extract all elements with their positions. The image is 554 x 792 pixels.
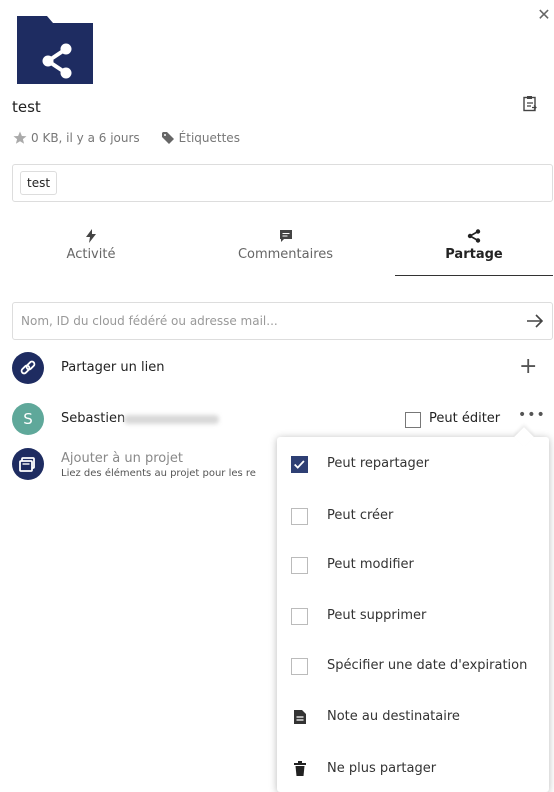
can-edit-checkbox[interactable] xyxy=(405,412,421,428)
comment-icon xyxy=(279,230,292,242)
add-link-icon[interactable]: + xyxy=(519,355,537,379)
bolt-icon xyxy=(86,229,96,243)
expiration-checkbox[interactable] xyxy=(291,658,308,675)
more-options-icon[interactable]: ••• xyxy=(518,407,546,423)
expiration-label: Spécifier une date d'expiration xyxy=(327,658,528,673)
share-search-input[interactable] xyxy=(13,303,503,339)
can-modify-checkbox[interactable] xyxy=(291,557,308,574)
can-edit-label[interactable]: Peut éditer xyxy=(429,411,500,426)
tag-icon xyxy=(161,132,174,144)
close-icon[interactable]: ✕ xyxy=(536,7,552,23)
share-icon xyxy=(467,229,481,243)
user-share-row: S Sebastien Peut éditer ••• xyxy=(12,403,553,437)
tags-input[interactable]: test xyxy=(12,164,553,202)
can-create-checkbox[interactable] xyxy=(291,508,308,525)
menu-item-note[interactable]: Note au destinataire xyxy=(277,696,549,740)
can-create-label: Peut créer xyxy=(327,508,394,523)
tab-comments[interactable]: Commentaires xyxy=(204,220,367,276)
can-modify-label: Peut modifier xyxy=(327,557,414,572)
link-icon xyxy=(20,360,36,375)
can-delete-checkbox[interactable] xyxy=(291,608,308,625)
menu-item-can-delete[interactable]: Peut supprimer xyxy=(277,595,549,639)
project-subtitle: Liez des éléments au projet pour les re xyxy=(61,468,256,479)
note-label: Note au destinataire xyxy=(327,709,460,724)
link-avatar xyxy=(12,352,44,384)
star-icon[interactable] xyxy=(13,131,27,145)
project-icon xyxy=(19,457,35,472)
tab-comments-label: Commentaires xyxy=(237,247,334,262)
can-reshare-label: Peut repartager xyxy=(327,456,430,471)
unshare-label: Ne plus partager xyxy=(327,761,437,776)
arrow-right-icon[interactable] xyxy=(526,313,544,329)
tab-share[interactable]: Partage xyxy=(395,220,553,276)
checkmark-icon xyxy=(294,460,305,469)
menu-item-can-modify[interactable]: Peut modifier xyxy=(277,544,549,588)
trash-icon xyxy=(294,761,306,776)
share-options-menu: Peut repartager Peut créer Peut modifier… xyxy=(277,427,549,792)
menu-item-can-create[interactable]: Peut créer xyxy=(277,495,549,539)
redacted-surname xyxy=(124,415,219,424)
can-reshare-checkbox[interactable] xyxy=(291,456,308,473)
tab-activity[interactable]: Activité xyxy=(12,220,170,276)
tags-label[interactable]: Étiquettes xyxy=(179,131,240,145)
user-avatar: S xyxy=(12,403,44,435)
shared-folder-icon xyxy=(17,16,93,84)
file-meta-text: 0 KB, il y a 6 jours xyxy=(31,131,140,145)
share-search xyxy=(12,302,553,340)
menu-item-can-reshare[interactable]: Peut repartager xyxy=(277,443,549,487)
user-name: Sebastien xyxy=(61,411,126,426)
menu-item-expiration[interactable]: Spécifier une date d'expiration xyxy=(277,645,549,689)
tab-activity-label: Activité xyxy=(66,247,116,262)
menu-item-unshare[interactable]: Ne plus partager xyxy=(277,748,549,792)
clipboard-icon[interactable] xyxy=(522,95,538,112)
project-title[interactable]: Ajouter à un projet xyxy=(61,451,183,466)
can-delete-label: Peut supprimer xyxy=(327,608,427,623)
file-name: test xyxy=(12,98,41,116)
tag-chip[interactable]: test xyxy=(20,171,58,195)
file-meta: 0 KB, il y a 6 jours Étiquettes xyxy=(13,131,240,145)
tab-share-label: Partage xyxy=(445,247,503,262)
tab-bar: Activité Commentaires Partage xyxy=(12,220,553,276)
note-icon xyxy=(294,710,306,724)
project-avatar xyxy=(12,448,44,480)
share-link-label[interactable]: Partager un lien xyxy=(61,360,164,375)
share-link-row: Partager un lien + xyxy=(12,352,553,386)
